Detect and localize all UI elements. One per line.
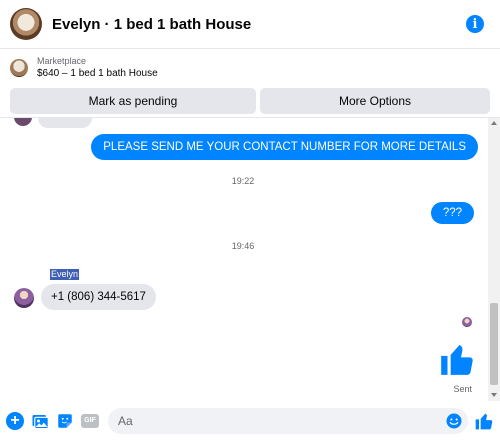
sender-name: Evelyn: [50, 269, 80, 280]
listing-price-title: $640 – 1 bed 1 bath House: [37, 68, 158, 79]
scrollbar-thumb[interactable]: [490, 303, 498, 385]
messenger-chat-window: Evelyn · 1 bed 1 bath House i Marketplac…: [0, 0, 500, 440]
chat-title[interactable]: Evelyn · 1 bed 1 bath House: [52, 16, 466, 33]
info-icon[interactable]: i: [466, 15, 484, 33]
listing-summary[interactable]: Marketplace $640 – 1 bed 1 bath House: [10, 55, 158, 81]
more-options-button[interactable]: More Options: [260, 88, 490, 114]
marketplace-label: Marketplace: [37, 56, 87, 66]
scroll-up-arrow-icon[interactable]: [491, 121, 497, 125]
like-icon[interactable]: [438, 340, 476, 378]
outgoing-message[interactable]: ???: [430, 202, 474, 224]
partial-avatar: [14, 118, 32, 126]
timestamp: 19:22: [231, 176, 255, 186]
partial-message-bubble: [38, 118, 92, 128]
emoji-icon[interactable]: [445, 412, 463, 430]
message-input[interactable]: [118, 413, 458, 428]
sent-status: Sent: [453, 384, 472, 394]
sticker-icon[interactable]: [56, 412, 74, 430]
message-composer: + GIF: [0, 401, 500, 440]
like-icon[interactable]: [474, 411, 494, 431]
outgoing-message[interactable]: PLEASE SEND ME YOUR CONTACT NUMBER FOR M…: [91, 134, 478, 160]
mark-as-pending-button[interactable]: Mark as pending: [10, 88, 256, 114]
image-icon[interactable]: [31, 412, 49, 430]
chat-header: Evelyn · 1 bed 1 bath House i: [0, 0, 500, 48]
scroll-down-arrow-icon[interactable]: [491, 393, 497, 397]
plus-icon[interactable]: +: [6, 411, 24, 430]
sender-avatar[interactable]: [14, 288, 34, 308]
message-input-field[interactable]: [108, 407, 468, 434]
timestamp: 19:46: [231, 241, 255, 251]
scrollbar[interactable]: [488, 118, 500, 401]
message-list[interactable]: PLEASE SEND ME YOUR CONTACT NUMBER FOR M…: [0, 118, 486, 401]
seen-indicator-avatar: [462, 317, 472, 327]
incoming-message[interactable]: +1 (806) 344-5617: [41, 284, 156, 310]
avatar[interactable]: [10, 8, 42, 40]
gif-icon[interactable]: GIF: [81, 413, 99, 428]
listing-thumbnail: [10, 59, 28, 77]
marketplace-listing-card: Marketplace $640 – 1 bed 1 bath House Ma…: [0, 48, 500, 118]
